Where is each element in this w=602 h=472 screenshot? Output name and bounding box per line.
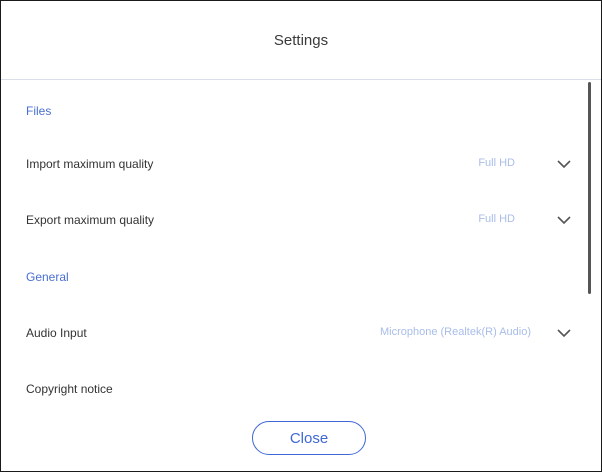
scrollbar-thumb[interactable] (588, 82, 591, 294)
chevron-down-icon[interactable] (556, 328, 572, 338)
audio-input-select[interactable]: Microphone (Realtek(R) Audio) (380, 326, 531, 338)
chevron-down-icon[interactable] (556, 159, 572, 169)
import-quality-select[interactable]: Full HD (478, 157, 515, 169)
chevron-down-icon[interactable] (556, 215, 572, 225)
dialog-header: Settings (1, 1, 601, 80)
audio-input-label: Audio Input (26, 326, 87, 340)
dialog-title: Settings (273, 31, 329, 49)
export-quality-select[interactable]: Full HD (478, 213, 515, 225)
export-quality-label: Export maximum quality (26, 213, 155, 227)
import-quality-label: Import maximum quality (26, 157, 154, 171)
settings-list[interactable]: Files Import maximum quality Full HD Exp… (1, 80, 601, 420)
section-general-heading: General (26, 270, 69, 284)
close-button[interactable]: Close (252, 421, 366, 455)
settings-dialog: Settings Files Import maximum quality Fu… (0, 0, 602, 472)
section-files-heading: Files (26, 104, 52, 118)
copyright-notice-label: Copyright notice (26, 382, 113, 396)
